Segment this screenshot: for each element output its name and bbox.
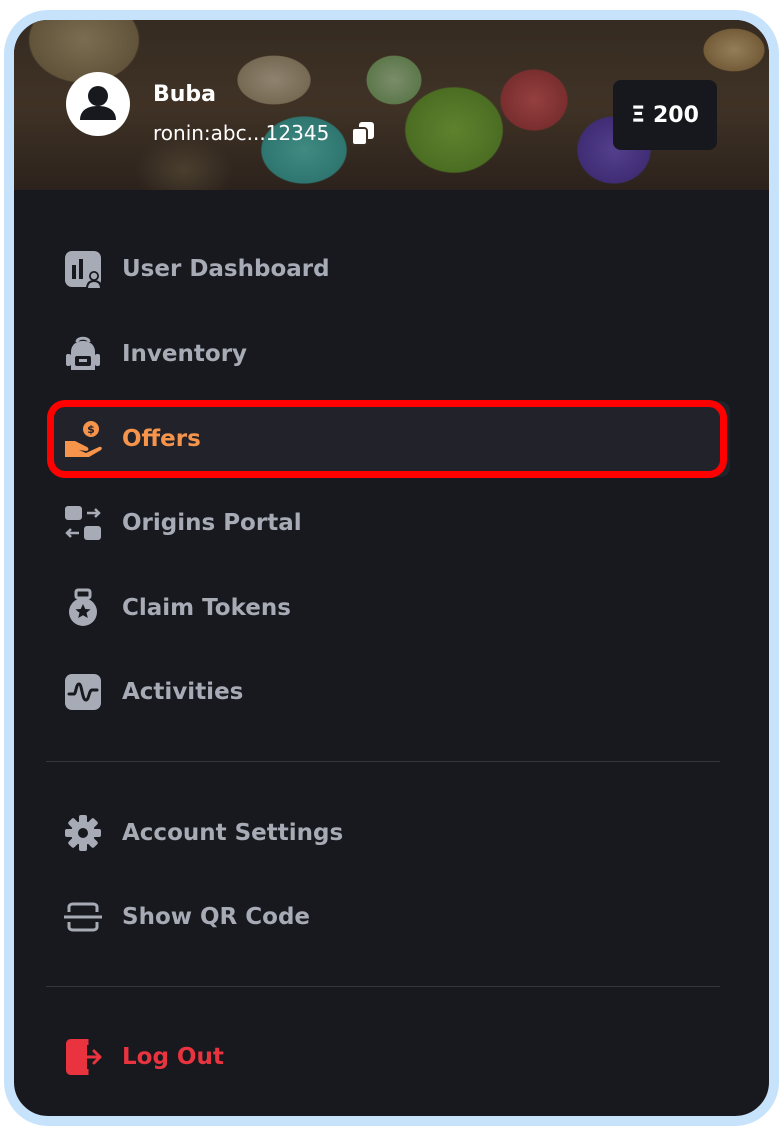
avatar[interactable]: [66, 72, 130, 136]
user-icon: [80, 86, 116, 120]
menu-item-claim-tokens[interactable]: Claim Tokens: [54, 570, 730, 646]
currency-icon: Ξ: [631, 102, 645, 128]
gear-icon: [63, 813, 103, 853]
dashboard-icon: [63, 249, 103, 289]
menu-item-label: Log Out: [122, 1044, 224, 1070]
activity-icon: [63, 672, 103, 712]
backpack-icon: [63, 334, 103, 374]
menu-item-user-dashboard[interactable]: User Dashboard: [54, 231, 730, 307]
menu-item-label: Account Settings: [122, 820, 344, 846]
menu-item-show-qr-code[interactable]: Show QR Code: [54, 879, 730, 955]
svg-text:$: $: [87, 423, 95, 436]
menu-item-offers[interactable]: $ Offers: [54, 401, 730, 477]
divider: [46, 986, 720, 987]
logout-icon: [63, 1037, 103, 1077]
menu-item-label: User Dashboard: [122, 256, 330, 282]
menu-item-log-out[interactable]: Log Out: [54, 1019, 730, 1095]
account-menu-panel: Buba ronin:abc...12345 Ξ 200 User Dashbo…: [4, 10, 779, 1126]
medal-icon: [63, 588, 103, 628]
portal-icon: [63, 503, 103, 543]
offers-icon: $: [63, 419, 103, 459]
menu-item-activities[interactable]: Activities: [54, 654, 730, 730]
wallet-address: ronin:abc...12345: [153, 121, 330, 145]
copy-icon[interactable]: [350, 120, 376, 150]
balance-value: 200: [652, 102, 699, 128]
divider: [46, 761, 720, 762]
menu-item-label: Claim Tokens: [122, 595, 291, 621]
menu-item-label: Show QR Code: [122, 904, 311, 930]
qr-scan-icon: [63, 897, 103, 937]
menu-item-inventory[interactable]: Inventory: [54, 316, 730, 392]
balance-badge: Ξ 200: [613, 80, 717, 150]
menu-item-label: Offers: [122, 426, 201, 452]
menu-item-account-settings[interactable]: Account Settings: [54, 795, 730, 871]
menu-item-label: Activities: [122, 679, 244, 705]
user-name: Buba: [153, 82, 217, 107]
menu-item-label: Origins Portal: [122, 510, 302, 536]
menu-item-label: Inventory: [122, 341, 248, 367]
menu-item-origins-portal[interactable]: Origins Portal: [54, 485, 730, 561]
